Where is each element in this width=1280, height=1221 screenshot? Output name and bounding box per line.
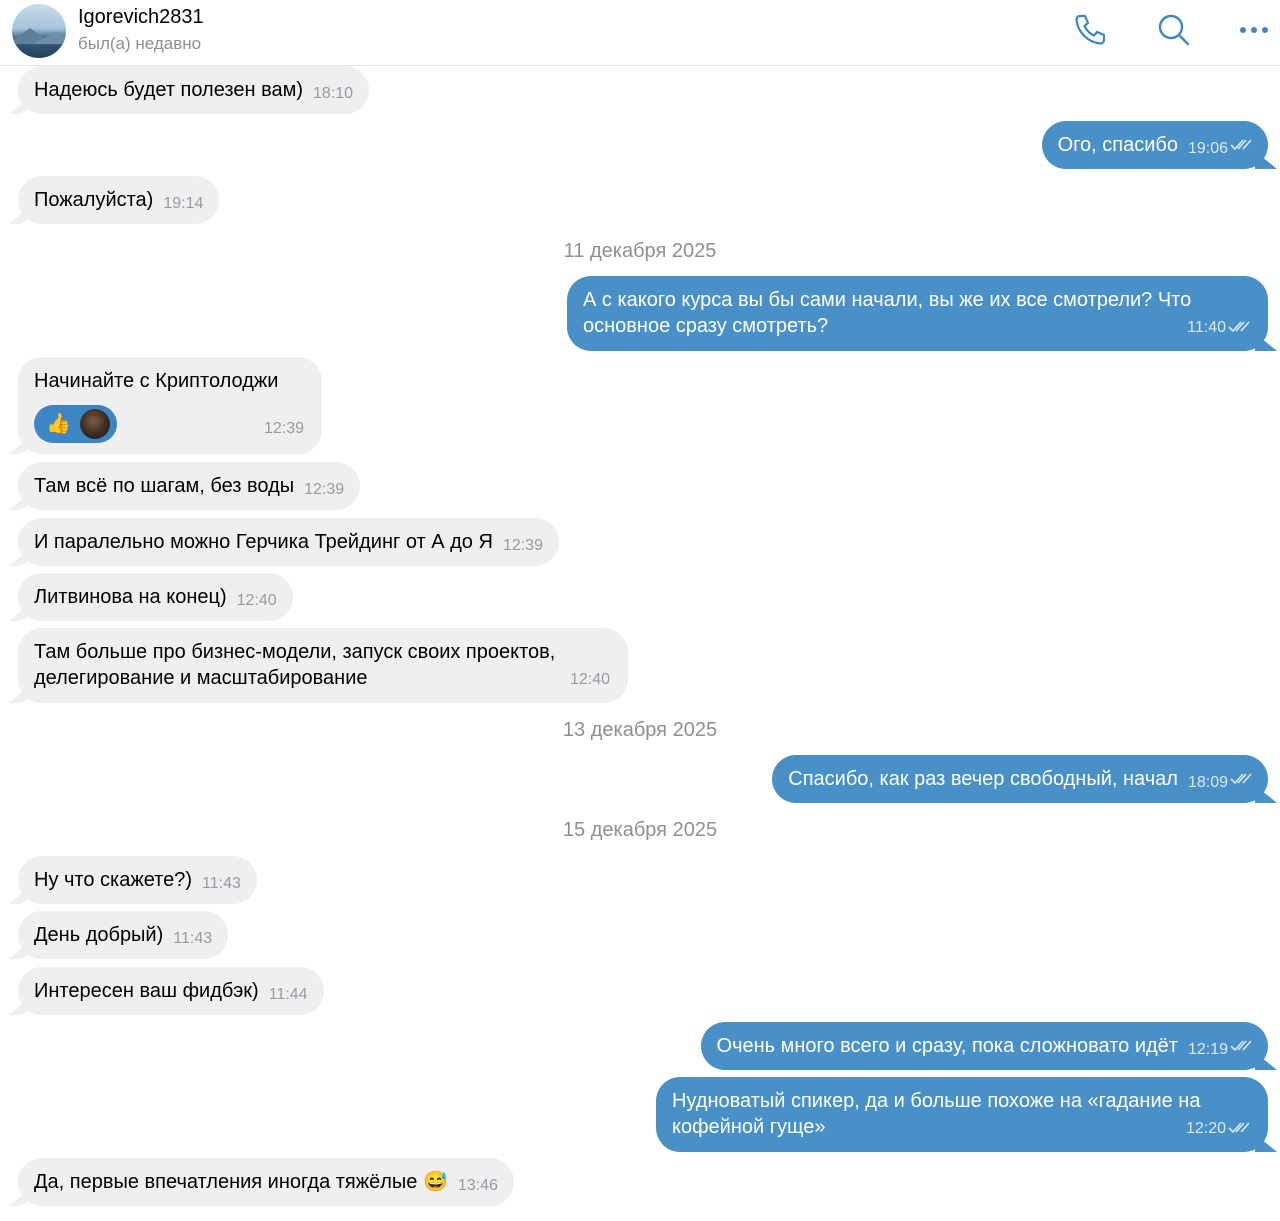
message-time: 12:40 [569, 671, 610, 688]
message-text: Литвинова на конец) [34, 586, 227, 608]
message-list[interactable]: Надеюсь будет полезен вам) 18:10 Ого, спа… [0, 65, 1280, 1221]
message-text: Там больше про бизнес-модели, запуск сво… [34, 641, 556, 689]
message-incoming[interactable]: Надеюсь будет полезен вам) 18:10 [18, 66, 370, 114]
message-outgoing[interactable]: Нудноватый спикер, да и больше похоже на… [656, 1077, 1268, 1152]
reaction-badge[interactable]: 👍 [34, 405, 117, 443]
message-time: 12:19 [1187, 1041, 1228, 1058]
message-time: 13:46 [457, 1177, 498, 1194]
message-text: Надеюсь будет полезен вам) [34, 79, 304, 101]
message-incoming[interactable]: Литвинова на конец) 12:40 [18, 573, 293, 621]
message-outgoing[interactable]: А с какого курса вы бы сами начали, вы ж… [567, 276, 1268, 351]
message-text: И паралельно можно Герчика Трейдинг от А… [34, 531, 493, 553]
message-text: Пожалуйста) [34, 189, 154, 211]
message-time: 12:39 [263, 420, 304, 437]
message-time: 12:39 [304, 481, 345, 498]
chat-header: Igorevich2831 был(а) недавно [0, 0, 1280, 66]
message-incoming[interactable]: Там больше про бизнес-модели, запуск сво… [18, 628, 628, 703]
thumbs-up-icon: 👍 [46, 413, 71, 435]
contact-name[interactable]: Igorevich2831 [78, 6, 204, 29]
phone-icon[interactable] [1070, 10, 1110, 50]
contact-status: был(а) недавно [78, 34, 202, 53]
message-time: 19:06 [1187, 140, 1228, 157]
read-ticks-icon [1228, 321, 1250, 332]
message-time: 18:10 [313, 85, 354, 102]
message-outgoing[interactable]: Ого, спасибо 19:06 [1041, 121, 1268, 169]
message-time: 11:44 [268, 986, 308, 1003]
message-time: 18:09 [1187, 774, 1228, 791]
message-text: Спасибо, как раз вечер свободный, начал [788, 768, 1178, 790]
message-time: 12:39 [502, 537, 543, 554]
message-text: Нудноватый спикер, да и больше похоже на… [672, 1090, 1201, 1138]
message-incoming[interactable]: И паралельно можно Герчика Трейдинг от А… [18, 518, 559, 566]
message-time: 19:14 [163, 195, 204, 212]
message-text: А с какого курса вы бы сами начали, вы ж… [583, 289, 1192, 337]
message-outgoing[interactable]: Спасибо, как раз вечер свободный, начал 1… [772, 755, 1268, 803]
message-text: Ого, спасибо [1057, 134, 1178, 156]
message-time: 11:43 [173, 930, 213, 947]
message-incoming[interactable]: Там всё по шагам, без воды 12:39 [18, 462, 361, 510]
message-time: 11:43 [202, 875, 241, 892]
message-incoming[interactable]: Интересен ваш фидбэк) 11:44 [18, 967, 324, 1015]
message-text: Очень много всего и сразу, пока сложнова… [716, 1035, 1178, 1057]
read-ticks-icon [1230, 139, 1252, 150]
avatar[interactable] [12, 4, 66, 58]
read-ticks-icon [1228, 1122, 1250, 1133]
search-icon[interactable] [1154, 10, 1194, 50]
message-incoming[interactable]: Пожалуйста) 19:14 [18, 176, 220, 224]
reactor-avatar [80, 409, 110, 439]
message-time: 12:40 [236, 592, 277, 609]
message-incoming[interactable]: День добрый) 11:43 [18, 911, 229, 959]
message-text: День добрый) [34, 924, 164, 946]
message-time: 11:40 [1187, 315, 1250, 341]
message-incoming[interactable]: Ну что скажете?) 11:43 [18, 856, 257, 904]
message-text: Интересен ваш фидбэк) [34, 980, 259, 1002]
message-time: 12:20 [1186, 1116, 1250, 1142]
message-text: Там всё по шагам, без воды [34, 475, 295, 497]
message-text: Начинайте с Криптолоджи [34, 370, 279, 392]
message-incoming[interactable]: Да, первые впечатления иногда тяжёлые 😅 1… [18, 1158, 514, 1206]
date-separator: 11 декабря 2025 [563, 240, 717, 262]
message-outgoing[interactable]: Очень много всего и сразу, пока сложнова… [700, 1022, 1268, 1070]
message-incoming[interactable]: Начинайте с Криптолоджи 👍 12:39 [18, 357, 322, 454]
date-separator: 15 декабря 2025 [562, 819, 718, 841]
message-text: Ну что скажете?) [34, 869, 193, 891]
more-icon[interactable] [1234, 10, 1274, 50]
message-text: Да, первые впечатления иногда тяжёлые 😅 [34, 1171, 448, 1193]
date-separator: 13 декабря 2025 [562, 719, 718, 741]
read-ticks-icon [1230, 1040, 1252, 1051]
read-ticks-icon [1230, 773, 1252, 784]
